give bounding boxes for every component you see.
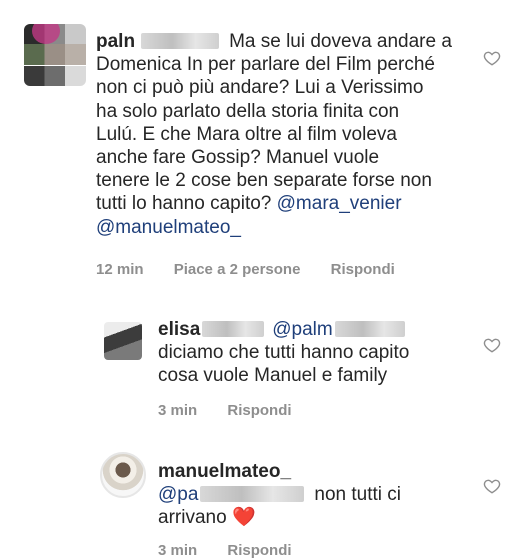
comment-username[interactable]: elisa: [158, 319, 200, 340]
mention-link[interactable]: @pa: [158, 484, 198, 505]
reply-button[interactable]: Rispondi: [331, 261, 395, 278]
timestamp: 12 min: [96, 261, 144, 278]
comment-3: manuelmateo_ @pa non tutti ci arrivano ❤️…: [0, 430, 531, 560]
comment-1: paln Ma se lui doveva andare a Domenica I…: [0, 0, 531, 290]
redacted-username: [202, 321, 265, 337]
comment-body: elisa @palm diciamo che tutti hanno capit…: [158, 318, 478, 388]
heart-outline-icon[interactable]: [483, 477, 501, 495]
avatar[interactable]: [104, 322, 142, 360]
mention-link[interactable]: @mara_venier: [277, 193, 402, 214]
likes-count-link[interactable]: Piace a 2 persone: [174, 261, 301, 278]
comment-text-line: arrivano: [158, 507, 227, 529]
comment-body: paln Ma se lui doveva andare a Domenica I…: [96, 30, 496, 239]
comment-text: non tutti ci: [314, 484, 402, 506]
comment-text-line: cosa vuole Manuel e family: [158, 365, 388, 387]
reply-button[interactable]: Rispondi: [227, 542, 291, 559]
comment-text-line: Lulú. E che Mara oltre al film voleva: [96, 123, 397, 145]
comment-text-line: tenere le 2 cose ben separate forse non: [96, 170, 432, 192]
comment-meta: 3 min Rispondi: [158, 542, 318, 559]
comment-text-line: Domenica In per parlare del Film perché: [96, 54, 435, 76]
comment-username[interactable]: manuelmateo_: [158, 461, 291, 482]
comment-text-line: diciamo che tutti hanno capito: [158, 342, 410, 364]
mention-link[interactable]: @palm: [272, 319, 332, 340]
comment-body: manuelmateo_ @pa non tutti ci arrivano ❤️: [158, 460, 478, 530]
comment-text: Ma se lui doveva andare a: [229, 31, 452, 52]
comment-meta: 3 min Rispondi: [158, 402, 318, 419]
heart-outline-icon[interactable]: [483, 336, 501, 354]
timestamp: 3 min: [158, 402, 198, 419]
heart-emoji: ❤️: [231, 507, 256, 529]
redacted-mention: [334, 321, 405, 337]
avatar[interactable]: [24, 24, 86, 86]
comment-meta: 12 min Piace a 2 persone Rispondi: [96, 261, 421, 278]
comment-text-line: non ci può più andare? Lui a Verissimo: [96, 77, 424, 99]
reply-button[interactable]: Rispondi: [227, 402, 291, 419]
timestamp: 3 min: [158, 542, 198, 559]
comment-text-line: tutti lo hanno capito?: [96, 193, 272, 215]
comment-username[interactable]: paln: [96, 31, 135, 52]
redacted-mention: [200, 486, 305, 503]
redacted-username: [141, 33, 220, 49]
heart-outline-icon[interactable]: [483, 49, 501, 67]
comment-2: elisa @palm diciamo che tutti hanno capit…: [0, 290, 531, 430]
avatar[interactable]: [100, 452, 146, 498]
comment-text-line: ha solo parlato della storia finita con: [96, 100, 400, 122]
comment-text-line: anche fare Gossip? Manuel vuole: [96, 147, 380, 169]
mention-link[interactable]: @manuelmateo_: [96, 217, 241, 238]
